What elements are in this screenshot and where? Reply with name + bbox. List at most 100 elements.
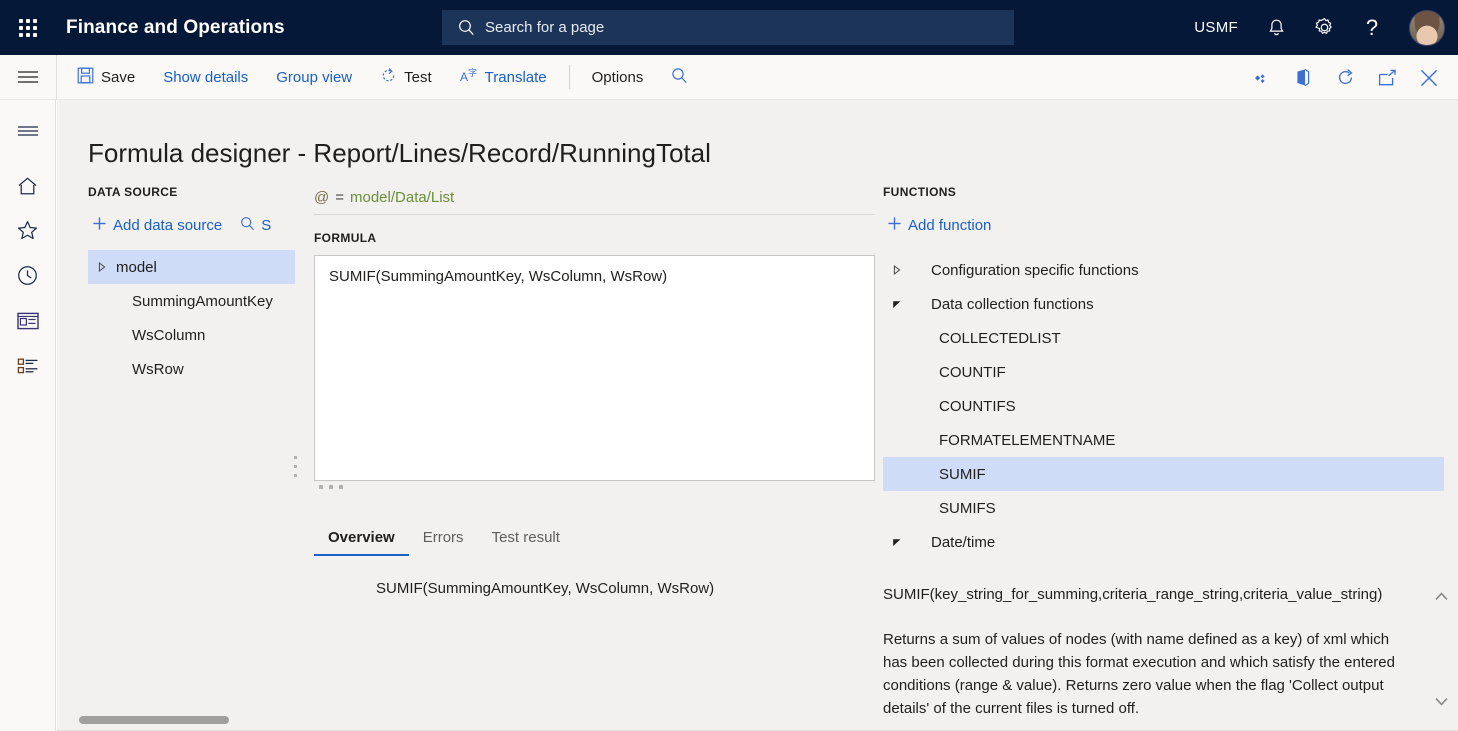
formula-text: SUMIF(SummingAmountKey, WsColumn, WsRow): [329, 268, 668, 285]
refresh-circle-icon[interactable]: [1324, 56, 1366, 100]
tree-row-label: model: [116, 258, 157, 276]
formula-designer-workspace: Formula designer - Report/Lines/Record/R…: [57, 100, 1458, 731]
refresh-dotted-icon: [380, 67, 397, 88]
chevron-down-icon[interactable]: [1435, 690, 1448, 713]
tree-row[interactable]: SummingAmountKey: [88, 284, 295, 318]
chevron-up-icon[interactable]: [1435, 585, 1448, 608]
open-in-new-window-icon[interactable]: [1366, 56, 1408, 100]
function-group-label: Data collection functions: [931, 295, 1094, 313]
tree-row[interactable]: WsRow: [88, 352, 295, 386]
personalize-diamond-icon[interactable]: [1240, 56, 1282, 100]
function-group-row[interactable]: Data collection functions: [883, 287, 1444, 321]
formula-editor[interactable]: SUMIF(SummingAmountKey, WsColumn, WsRow): [314, 255, 875, 481]
command-bar-right-icons: [1240, 55, 1450, 100]
data-source-search-button[interactable]: S: [234, 212, 277, 239]
close-x-icon[interactable]: [1408, 56, 1450, 100]
horizontal-scrollbar-thumb[interactable]: [79, 716, 229, 724]
tree-row[interactable]: WsColumn: [88, 318, 295, 352]
clock-recent-icon[interactable]: [0, 253, 56, 298]
top-bar-right-cluster: USMF ?: [1180, 0, 1458, 55]
group-view-label: Group view: [276, 68, 353, 86]
command-bar-divider: [56, 54, 57, 100]
tab-errors-label: Errors: [422, 529, 464, 546]
data-source-search-label: S: [261, 217, 272, 234]
star-favorites-icon[interactable]: [0, 208, 56, 253]
horizontal-scrollbar[interactable]: [57, 716, 1458, 724]
function-row-label: SUMIF: [939, 465, 986, 483]
workspaces-icon[interactable]: [0, 298, 56, 343]
hamburger-menu-icon[interactable]: [0, 108, 56, 153]
function-row[interactable]: COUNTIFS: [883, 389, 1444, 423]
save-button-label: Save: [101, 68, 136, 86]
formula-resize-handle[interactable]: [319, 485, 343, 489]
binding-path-row: @ = model/Data/List: [314, 185, 875, 215]
app-title: Finance and Operations: [66, 16, 285, 38]
plus-icon: [92, 216, 107, 235]
add-data-source-label: Add data source: [113, 217, 223, 234]
test-button[interactable]: Test: [366, 55, 446, 99]
options-button[interactable]: Options: [578, 55, 658, 99]
binding-path-value: model/Data/List: [350, 189, 455, 206]
functions-heading: FUNCTIONS: [883, 185, 957, 199]
function-row[interactable]: SUMIF: [883, 457, 1444, 491]
function-group-label: Date/time: [931, 533, 996, 551]
home-icon[interactable]: [0, 163, 56, 208]
function-row-label: SUMIFS: [939, 499, 996, 517]
modules-list-icon[interactable]: [0, 343, 56, 388]
formula-result-tabs: Overview Errors Test result: [314, 523, 574, 556]
test-button-label: Test: [404, 68, 432, 86]
command-bar-search-button[interactable]: [657, 55, 702, 99]
function-row[interactable]: FORMATELEMENTNAME: [883, 423, 1444, 457]
add-function-button[interactable]: Add function: [881, 212, 997, 239]
add-data-source-button[interactable]: Add data source: [86, 212, 228, 239]
question-mark-icon[interactable]: ?: [1348, 0, 1396, 55]
show-details-button[interactable]: Show details: [149, 55, 262, 99]
functions-tree: Configuration specific functions Data co…: [883, 253, 1444, 559]
global-search-input[interactable]: Search for a page: [442, 10, 1014, 45]
save-disk-icon: [77, 67, 94, 88]
svg-text:字: 字: [468, 67, 477, 78]
binding-equals-symbol: =: [335, 189, 344, 206]
translate-button[interactable]: A字 Translate: [446, 55, 561, 99]
function-row[interactable]: SUMIFS: [883, 491, 1444, 525]
chevron-right-icon[interactable]: [88, 262, 116, 272]
translate-button-label: Translate: [484, 68, 547, 86]
bell-icon[interactable]: [1252, 0, 1300, 55]
tab-overview[interactable]: Overview: [314, 523, 409, 556]
vertical-splitter-handle[interactable]: [294, 456, 297, 477]
search-icon: [458, 19, 475, 36]
chevron-down-icon[interactable]: [883, 299, 911, 309]
save-button[interactable]: Save: [63, 55, 149, 99]
function-description-text: Returns a sum of values of nodes (with n…: [883, 631, 1395, 717]
page-title: Formula designer - Report/Lines/Record/R…: [88, 138, 711, 168]
tree-row-label: WsRow: [132, 360, 184, 378]
gear-icon[interactable]: [1300, 0, 1348, 55]
tree-row[interactable]: model: [88, 250, 295, 284]
chevron-down-icon[interactable]: [883, 537, 911, 547]
avatar[interactable]: [1396, 0, 1458, 55]
formula-heading: FORMULA: [314, 231, 377, 245]
app-launcher-icon[interactable]: [0, 0, 56, 55]
command-bar-divider: [568, 65, 570, 89]
function-row-label: COLLECTEDLIST: [939, 329, 1061, 347]
options-button-label: Options: [591, 68, 644, 86]
tab-overview-label: Overview: [328, 529, 395, 546]
function-group-row[interactable]: Date/time: [883, 525, 1444, 559]
chevron-right-icon[interactable]: [883, 265, 911, 275]
plus-icon: [887, 216, 902, 235]
company-code[interactable]: USMF: [1180, 0, 1252, 55]
group-view-button[interactable]: Group view: [262, 55, 366, 99]
function-group-row[interactable]: Configuration specific functions: [883, 253, 1444, 287]
show-details-label: Show details: [163, 68, 249, 86]
overview-content: SUMIF(SummingAmountKey, WsColumn, WsRow): [376, 580, 715, 597]
office-door-icon[interactable]: [1282, 56, 1324, 100]
function-row[interactable]: COLLECTEDLIST: [883, 321, 1444, 355]
function-signature: SUMIF(key_string_for_summing,criteria_ra…: [883, 586, 1383, 603]
tab-test-result[interactable]: Test result: [478, 523, 574, 556]
function-row[interactable]: COUNTIF: [883, 355, 1444, 389]
binding-at-symbol: @: [314, 189, 330, 206]
hamburger-menu-icon[interactable]: [0, 55, 56, 99]
tab-errors[interactable]: Errors: [409, 523, 478, 556]
function-row-label: COUNTIFS: [939, 397, 1016, 415]
data-source-tree: model SummingAmountKey WsColumn WsRow: [88, 250, 295, 386]
